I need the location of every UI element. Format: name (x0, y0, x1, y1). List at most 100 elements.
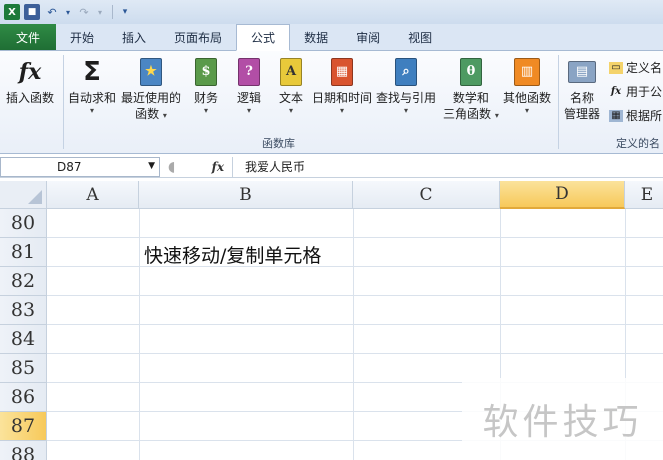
dropdown-arrow-icon: ▾ (404, 106, 409, 115)
sigma-icon: Σ (83, 57, 101, 87)
fx-icon: fx (18, 59, 42, 85)
name-manager-icon: ▤ (567, 56, 597, 88)
column-header-c[interactable]: C (353, 181, 500, 209)
formula-controls: ◖ fx (160, 157, 232, 177)
math-trig-button[interactable]: θ 数学和 三角函数 ▾ (443, 56, 499, 122)
gridline (47, 353, 663, 354)
select-all-corner[interactable] (0, 181, 47, 209)
dropdown-arrow-icon: ▾ (340, 106, 345, 115)
quick-access-toolbar: X ■ ↶ ▾ ↷ ▾ ▾ (0, 0, 663, 24)
logical-button[interactable]: ? 逻辑 ▾ (234, 56, 264, 116)
more-functions-button[interactable]: ▥ 其他函数 ▾ (503, 56, 551, 116)
gridline (47, 237, 663, 238)
create-from-selection-icon: ▦ (609, 109, 623, 122)
datetime-button[interactable]: ▦ 日期和时间 ▾ (312, 56, 372, 116)
create-from-label: 根据所 (626, 109, 663, 123)
name-manager-button[interactable]: ▤ 名称 管理器 (564, 56, 600, 122)
insert-function-button[interactable]: fx 插入函数 (6, 56, 54, 106)
name-manager-label-2: 管理器 (564, 107, 601, 121)
create-from-selection-button[interactable]: ▦ 根据所 (609, 107, 662, 124)
row-header-85[interactable]: 85 (0, 354, 47, 383)
recent-functions-button[interactable]: ★ 最近使用的 函数 ▾ (121, 56, 181, 122)
undo-dropdown-icon[interactable]: ▾ (64, 4, 72, 20)
dropdown-arrow-icon: ▾ (288, 106, 293, 115)
row-header-81[interactable]: 81 (0, 238, 47, 267)
lookup-button[interactable]: ⌕ 查找与引用 ▾ (376, 56, 436, 116)
text-button[interactable]: A 文本 ▾ (276, 56, 306, 116)
define-name-label: 定义名 (626, 61, 663, 75)
define-name-button[interactable]: ▭ 定义名 (609, 59, 662, 76)
group-divider (558, 55, 559, 149)
gridline (47, 295, 663, 296)
books-stack-icon: ▥ (512, 56, 542, 88)
more-functions-label: 其他函数 (503, 91, 552, 105)
toolbar-divider (112, 5, 113, 19)
name-box[interactable]: D87 ▼ (0, 156, 160, 177)
row-header-82[interactable]: 82 (0, 267, 47, 296)
tab-page-layout[interactable]: 页面布局 (160, 25, 236, 50)
dropdown-arrow-icon: ▾ (525, 106, 530, 115)
dropdown-arrow-icon: ▾ (203, 106, 208, 115)
math-label-1: 数学和 (452, 91, 489, 105)
formula-bar-handle-icon[interactable]: ◖ (168, 159, 175, 175)
financial-book-icon: $ (191, 56, 221, 88)
customize-icon[interactable]: ▾ (117, 4, 133, 20)
recent-label-1: 最近使用的 (121, 91, 182, 105)
save-icon[interactable]: ■ (24, 4, 40, 20)
tab-insert[interactable]: 插入 (108, 25, 160, 50)
dropdown-arrow-icon: ▾ (246, 106, 251, 115)
autosum-label: 自动求和 (68, 91, 117, 105)
financial-button[interactable]: $ 财务 ▾ (191, 56, 221, 116)
redo-icon[interactable]: ↷ (76, 4, 92, 20)
row-header-86[interactable]: 86 (0, 383, 47, 412)
gridline (47, 324, 663, 325)
gridline (47, 266, 663, 267)
tab-formulas[interactable]: 公式 (236, 24, 291, 51)
ribbon-tabs: 文件 开始 插入 页面布局 公式 数据 审阅 视图 (0, 24, 663, 51)
column-header-d[interactable]: D (500, 181, 625, 209)
formula-input[interactable]: 我爱人民币 (232, 156, 663, 177)
column-header-a[interactable]: A (47, 181, 139, 209)
dropdown-arrow-icon: ▾ (90, 106, 95, 115)
tab-review[interactable]: 审阅 (342, 25, 394, 50)
column-header-e[interactable]: E (625, 181, 663, 209)
column-header-b[interactable]: B (139, 181, 353, 209)
row-header-83[interactable]: 83 (0, 296, 47, 325)
undo-icon[interactable]: ↶ (44, 4, 60, 20)
redo-dropdown-icon[interactable]: ▾ (96, 4, 104, 20)
fx-small-icon: fx (610, 86, 622, 97)
define-name-icon: ▭ (609, 61, 623, 74)
autosum-button[interactable]: Σ 自动求和 ▾ (68, 56, 116, 116)
cell-b81[interactable]: 快速移动/复制单元格 (144, 241, 321, 268)
group-label-defined-names: 定义的名 (616, 137, 660, 150)
magnifier-book-icon: ⌕ (391, 56, 421, 88)
tab-file[interactable]: 文件 (0, 24, 56, 50)
ribbon-formulas: fx 插入函数 Σ 自动求和 ▾ ★ 最近使用的 函数 ▾ $ 财务 ▾ ? 逻… (0, 51, 663, 154)
row-header-87[interactable]: 87 (0, 412, 47, 441)
recent-label-2: 函数 ▾ (135, 107, 167, 121)
excel-icon[interactable]: X (4, 4, 20, 20)
theta-book-icon: θ (456, 56, 486, 88)
text-label: 文本 (278, 91, 303, 105)
insert-function-label: 插入函数 (6, 91, 55, 105)
row-header-84[interactable]: 84 (0, 325, 47, 354)
name-manager-label-1: 名称 (570, 91, 595, 105)
calendar-book-icon: ▦ (327, 56, 357, 88)
tab-data[interactable]: 数据 (290, 25, 342, 50)
logical-label: 逻辑 (236, 91, 261, 105)
chevron-down-icon[interactable]: ▼ (148, 161, 155, 171)
watermark: 软件技巧 (462, 378, 663, 460)
text-book-icon: A (276, 56, 306, 88)
lookup-label: 查找与引用 (376, 91, 437, 105)
group-label-function-library: 函数库 (262, 137, 295, 150)
insert-function-fx-icon[interactable]: fx (212, 160, 224, 174)
tab-home[interactable]: 开始 (56, 25, 108, 50)
use-in-formula-label: 用于公 (626, 85, 663, 99)
row-header-88[interactable]: 88 (0, 441, 47, 460)
math-label-2: 三角函数 ▾ (443, 107, 499, 121)
group-divider (63, 55, 64, 149)
name-box-value: D87 (57, 159, 82, 174)
tab-view[interactable]: 视图 (394, 25, 446, 50)
use-in-formula-button[interactable]: fx 用于公 (609, 83, 662, 100)
row-header-80[interactable]: 80 (0, 209, 47, 238)
